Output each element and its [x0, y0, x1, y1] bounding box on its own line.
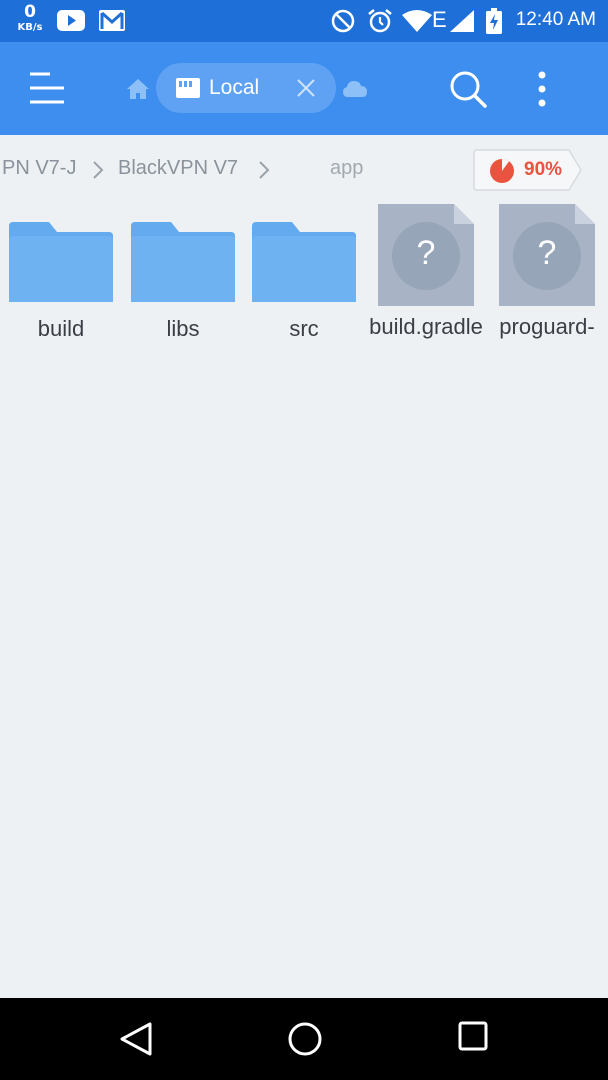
back-icon[interactable]	[119, 1021, 153, 1057]
status-bar: 0 KB/s E 12:40 AM	[0, 0, 608, 42]
network-speed: 0 KB/s	[14, 4, 46, 33]
battery-charging-icon	[486, 8, 502, 34]
folder-icon	[9, 222, 113, 302]
pie-chart-icon	[490, 158, 514, 183]
file-item[interactable]: ? build.gradle	[368, 204, 484, 341]
tab-local[interactable]: Local	[156, 63, 336, 113]
menu-icon[interactable]	[28, 72, 66, 104]
alarm-icon	[368, 9, 392, 33]
unknown-file-thumbnail: ?	[378, 204, 474, 306]
folder-item[interactable]: src	[246, 210, 362, 343]
file-item[interactable]: ? proguard-	[489, 204, 605, 341]
storage-usage-percent: 90%	[524, 159, 563, 180]
folder-icon	[131, 222, 235, 302]
home-button-icon[interactable]	[287, 1021, 323, 1057]
chevron-right-icon	[93, 161, 104, 179]
home-icon[interactable]	[127, 79, 149, 99]
chevron-right-icon	[259, 161, 270, 179]
file-name: build	[37, 316, 85, 341]
system-navigation-bar	[0, 998, 608, 1080]
breadcrumb-item-blackvpn-v7[interactable]: BlackVPN V7	[118, 157, 238, 180]
youtube-notification-icon	[57, 10, 85, 31]
file-name: src	[289, 316, 319, 341]
file-name: build.gradle	[369, 314, 483, 339]
network-speed-value: 0	[24, 2, 36, 22]
unknown-file-thumbnail: ?	[499, 204, 595, 306]
folder-item[interactable]: libs	[125, 210, 241, 343]
network-type-label: E	[432, 7, 447, 32]
file-name: libs	[166, 316, 200, 341]
question-mark-glyph: ?	[537, 234, 557, 272]
question-mark-glyph: ?	[416, 234, 436, 272]
storage-usage-badge[interactable]: 90%	[473, 149, 583, 191]
recent-apps-icon[interactable]	[458, 1021, 488, 1051]
more-options-icon[interactable]	[536, 70, 548, 108]
breadcrumb-item-pn-v7-j[interactable]: PN V7-J	[2, 157, 76, 180]
breadcrumb: PN V7-J BlackVPN V7 app 90%	[0, 135, 608, 203]
search-icon[interactable]	[449, 70, 487, 108]
storage-card-icon	[176, 78, 200, 98]
tab-local-label: Local	[209, 76, 260, 99]
wifi-icon	[402, 10, 432, 32]
clock: 12:40 AM	[515, 9, 596, 30]
signal-strength-icon	[450, 10, 474, 32]
cloud-icon[interactable]	[343, 80, 367, 97]
file-name: proguard-	[499, 314, 595, 339]
breadcrumb-item-app[interactable]: app	[330, 157, 363, 180]
close-tab-icon[interactable]	[297, 79, 315, 97]
gmail-notification-icon	[99, 10, 125, 31]
do-not-disturb-icon	[331, 9, 355, 33]
folder-item[interactable]: build	[3, 210, 119, 343]
folder-icon	[252, 222, 356, 302]
app-toolbar: Local	[0, 42, 608, 135]
network-speed-unit: KB/s	[17, 22, 43, 33]
